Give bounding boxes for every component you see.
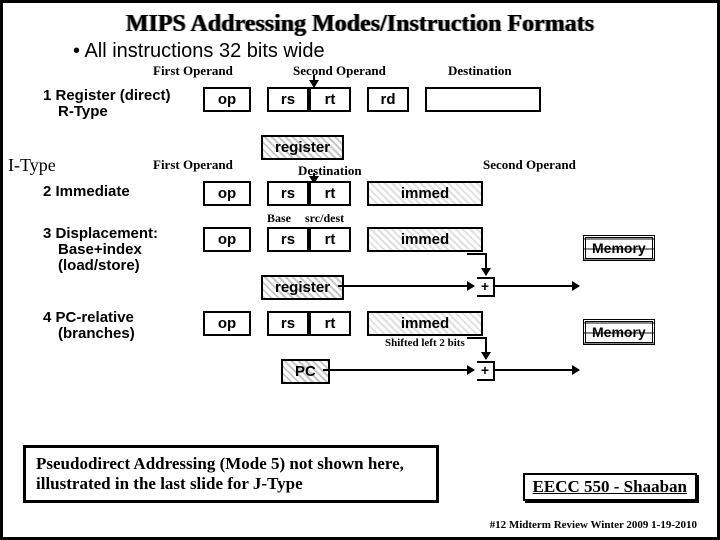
format-rtype: op rs rt rd [203,87,541,112]
slide: MIPS Addressing Modes/Instruction Format… [0,0,720,540]
label-second-operand-2: Second Operand [483,157,576,173]
label-destination-2: Destination [298,163,362,179]
mode-3-displacement: 3 Displacement: [43,225,158,242]
field-rs: rs [267,311,309,336]
field-rs: rs [267,227,309,252]
memory-box-2: Memory [583,319,655,345]
label-destination: Destination [448,63,512,79]
field-op: op [203,227,251,252]
title: MIPS Addressing Modes/Instruction Format… [3,3,717,40]
mode-4-pcrelative: 4 PC-relative [43,309,134,326]
mode-2-immediate: 2 Immediate [43,183,130,200]
adder-4: + [477,361,495,381]
label-base: Base [267,211,291,226]
field-rt: rt [309,87,351,112]
label-shifted: Shifted left 2 bits [385,337,465,349]
field-op: op [203,311,251,336]
field-immed: immed [367,311,483,336]
mode-3-base-index: Base+index [58,241,142,258]
format-immediate: op rs rt immed [203,181,483,206]
field-rt: rt [309,181,351,206]
field-immed: immed [367,227,483,252]
footer-note: Pseudodirect Addressing (Mode 5) not sho… [23,445,439,503]
field-rt: rt [309,227,351,252]
field-rs: rs [267,87,309,112]
label-second-operand: Second Operand [293,63,386,79]
mode-3-loadstore: (load/store) [58,257,140,274]
format-displacement: op rs rt immed [203,227,483,252]
field-rs: rs [267,181,309,206]
mode-4-branches: (branches) [58,325,135,342]
field-rd: rd [367,87,409,112]
footer-page: #12 Midterm Review Winter 2009 1-19-2010 [490,519,697,531]
field-rt: rt [309,311,351,336]
label-first-operand-2: First Operand [153,157,233,173]
label-itype: I-Type [8,155,56,176]
subtitle: • All instructions 32 bits wide [3,40,717,63]
course-label: EECC 550 - Shaaban [523,473,697,501]
register-box-1: register [261,135,344,160]
field-op: op [203,87,251,112]
pc-box: PC [281,359,330,384]
register-box-3: register [261,275,344,300]
mode-1-register-direct: 1 Register (direct) [43,87,171,104]
mode-1-rtype: R-Type [58,103,108,120]
diagram-area: First Operand Second Operand Destination… [3,63,717,69]
adder-3: + [477,277,495,297]
label-srcdest: src/dest [305,211,344,226]
field-immed: immed [367,181,483,206]
memory-box-1: Memory [583,235,655,261]
label-first-operand: First Operand [153,63,233,79]
format-pcrelative: op rs rt immed [203,311,483,336]
field-op: op [203,181,251,206]
